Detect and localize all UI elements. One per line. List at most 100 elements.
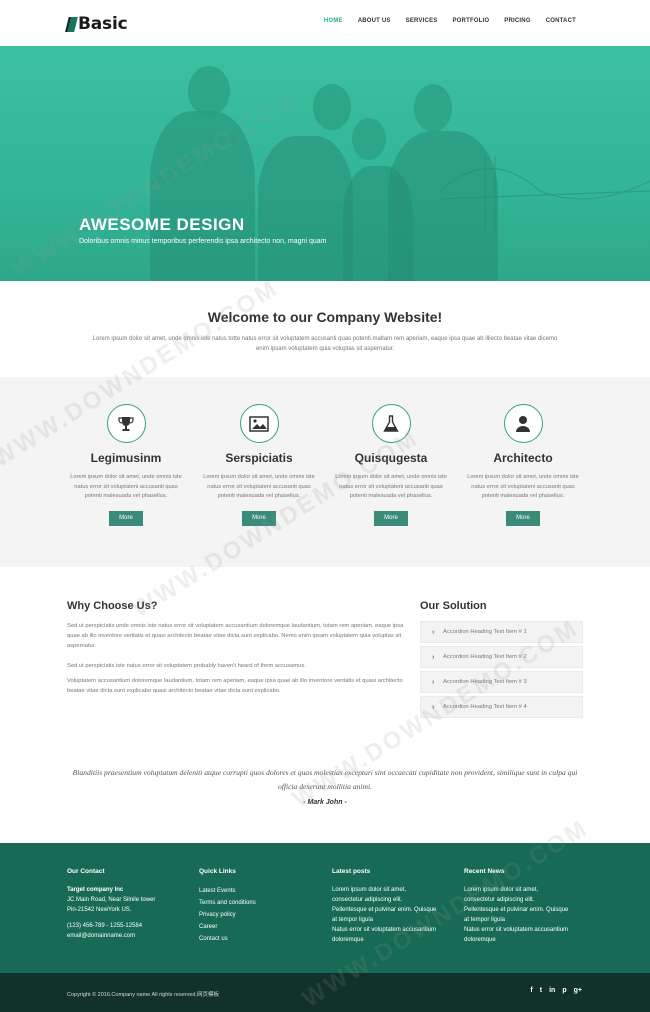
person-silhouette-image (150, 111, 255, 281)
feature-card: Legimusinm Lorem ipsum dolor sit amet, u… (60, 377, 192, 526)
footer-link[interactable]: Terms and conditions (199, 897, 256, 909)
accordion-item[interactable]: › Accordion Heading Text Item # 1 (420, 621, 583, 643)
nav-contact[interactable]: CONTACT (546, 18, 576, 24)
news-line[interactable]: consectetur adipiscing elit. (464, 895, 568, 905)
footer-quick-links: Quick Links Latest Events Terms and cond… (199, 868, 256, 945)
linkedin-icon[interactable]: in (549, 987, 555, 994)
accordion-label: Accordion Heading Text Item # 2 (443, 654, 527, 660)
accordion-label: Accordion Heading Text Item # 4 (443, 704, 527, 710)
feature-title: Quisqugesta (354, 451, 428, 465)
footer-heading: Latest posts (332, 868, 371, 875)
features-section: Legimusinm Lorem ipsum dolor sit amet, u… (0, 377, 650, 567)
email-address[interactable]: email@domainname.com (67, 931, 155, 941)
footer-contact: Our Contact Target company Inc JC Main R… (67, 868, 155, 941)
footer-recent-news: Recent News Lorem ipsum dolor sit amet, … (464, 868, 568, 945)
feature-text: Lorem ipsum dolor sit amet, unde omnis i… (70, 474, 182, 499)
hero-banner: AWESOME DESIGN Doloribus omnis minus tem… (0, 46, 650, 281)
chevron-right-icon: › (432, 629, 435, 636)
why-paragraph: Sed ut perspiciatis iste natus error sit… (67, 663, 306, 669)
bottom-bar: Copyright © 2016.Company name All rights… (0, 973, 650, 1012)
why-paragraph: Voluptatem accusantium doloremque laudan… (67, 678, 403, 694)
post-line[interactable]: consectetur adipiscing elit. (332, 895, 436, 905)
why-paragraph: Sed ut perspiciatis unde omnis iste natu… (67, 623, 404, 649)
person-head-image (352, 118, 386, 160)
site-footer: Our Contact Target company Inc JC Main R… (0, 843, 650, 973)
footer-latest-posts: Latest posts Lorem ipsum dolor sit amet,… (332, 868, 436, 945)
more-button[interactable]: More (242, 510, 276, 526)
footer-link[interactable]: Career (199, 921, 256, 933)
facebook-icon[interactable]: f (530, 987, 532, 994)
person-silhouette-image (388, 131, 498, 281)
feature-card: Quisqugesta Lorem ipsum dolor sit amet, … (325, 377, 457, 526)
footer-link[interactable]: Latest Events (199, 885, 256, 897)
post-line[interactable]: doloremque (332, 935, 436, 945)
more-button[interactable]: More (374, 510, 408, 526)
chevron-right-icon: › (432, 654, 435, 661)
copyright-text: Copyright © 2016.Company name All rights… (67, 992, 220, 998)
why-choose-us-title: Why Choose Us? (67, 600, 158, 612)
news-line[interactable]: Pellentesque et pulvinar enim. Quisque (464, 905, 568, 915)
logo-text: Basic (78, 14, 128, 34)
post-line[interactable]: Pellentesque et pulvinar enim. Quisque (332, 905, 436, 915)
footer-link[interactable]: Privacy policy (199, 909, 256, 921)
feature-title: Serspiciatis (225, 451, 293, 465)
person-head-image (188, 66, 230, 116)
nav-portfolio[interactable]: PORTFOLIO (452, 18, 489, 24)
news-line[interactable]: doloremque (464, 935, 568, 945)
more-button[interactable]: More (506, 510, 540, 526)
welcome-title: Welcome to our Company Website! (207, 309, 443, 325)
accordion-item[interactable]: › Accordion Heading Text Item # 3 (420, 671, 583, 693)
post-line[interactable]: Natus error sit voluptatem accusantium (332, 925, 436, 935)
person-head-image (414, 84, 452, 132)
logo-mark-icon (65, 16, 78, 32)
news-line[interactable]: Natus error sit voluptatem accusantium (464, 925, 568, 935)
footer-heading: Quick Links (199, 868, 236, 875)
nav-pricing[interactable]: PRICING (504, 18, 530, 24)
accordion-item[interactable]: › Accordion Heading Text Item # 4 (420, 696, 583, 718)
pinterest-icon[interactable]: p (562, 987, 566, 994)
post-line[interactable]: at tempor ligula (332, 915, 436, 925)
flask-icon (371, 404, 411, 443)
site-header: Basic HOME ABOUT US SERVICES PORTFOLIO P… (0, 0, 650, 46)
hero-title: AWESOME DESIGN (79, 215, 245, 234)
social-links: f t in p g+ (530, 987, 582, 994)
feature-title: Architecto (493, 451, 553, 465)
nav-about-us[interactable]: ABOUT US (358, 18, 391, 24)
address-line: JC Main Road, Near Silnile tower (67, 897, 156, 903)
image-icon (239, 404, 279, 443)
accordion-label: Accordion Heading Text Item # 1 (443, 629, 527, 635)
google-plus-icon[interactable]: g+ (574, 987, 582, 994)
twitter-icon[interactable]: t (540, 987, 542, 994)
footer-heading: Recent News (464, 868, 505, 875)
user-icon (503, 404, 543, 443)
news-line[interactable]: Lorem ipsum dolor sit amet, (464, 885, 568, 895)
more-button[interactable]: More (109, 510, 143, 526)
feature-card: Serspiciatis Lorem ipsum dolor sit amet,… (193, 377, 325, 526)
feature-text: Lorem ipsum dolor sit amet, unde omnis i… (203, 474, 315, 499)
logo[interactable]: Basic (65, 14, 128, 34)
testimonial-author: - Mark John - (303, 799, 347, 806)
nav-services[interactable]: SERVICES (406, 18, 438, 24)
feature-title: Legimusinm (90, 451, 162, 465)
trophy-icon (106, 404, 146, 443)
accordion-item[interactable]: › Accordion Heading Text Item # 2 (420, 646, 583, 668)
main-nav: HOME ABOUT US SERVICES PORTFOLIO PRICING… (309, 18, 576, 24)
nav-home[interactable]: HOME (324, 18, 343, 24)
post-line[interactable]: Lorem ipsum dolor sit amet, (332, 885, 436, 895)
our-solution-title: Our Solution (420, 600, 487, 612)
phone-number: (123) 456-789 - 1255-12584 (67, 923, 143, 929)
address-line: Pin-21542 NewYork US. (67, 907, 132, 913)
news-line[interactable]: at tempor ligula (464, 915, 568, 925)
person-silhouette-image (258, 136, 353, 281)
company-name: Target company Inc (67, 887, 124, 893)
feature-card: Architecto Lorem ipsum dolor sit amet, u… (457, 377, 589, 526)
chevron-right-icon: › (432, 704, 435, 711)
person-head-image (313, 84, 351, 130)
accordion-label: Accordion Heading Text Item # 3 (443, 679, 527, 685)
footer-link[interactable]: Contact us (199, 933, 256, 945)
hero-subtitle: Doloribus omnis minus temporibus perfere… (79, 238, 327, 245)
testimonial-quote: Blanditiis praesentium voluptatum deleni… (72, 768, 578, 791)
feature-text: Lorem ipsum dolor sit amet, unde omnis i… (467, 474, 579, 499)
chevron-right-icon: › (432, 679, 435, 686)
feature-text: Lorem ipsum dolor sit amet, unde omnis i… (335, 474, 447, 499)
